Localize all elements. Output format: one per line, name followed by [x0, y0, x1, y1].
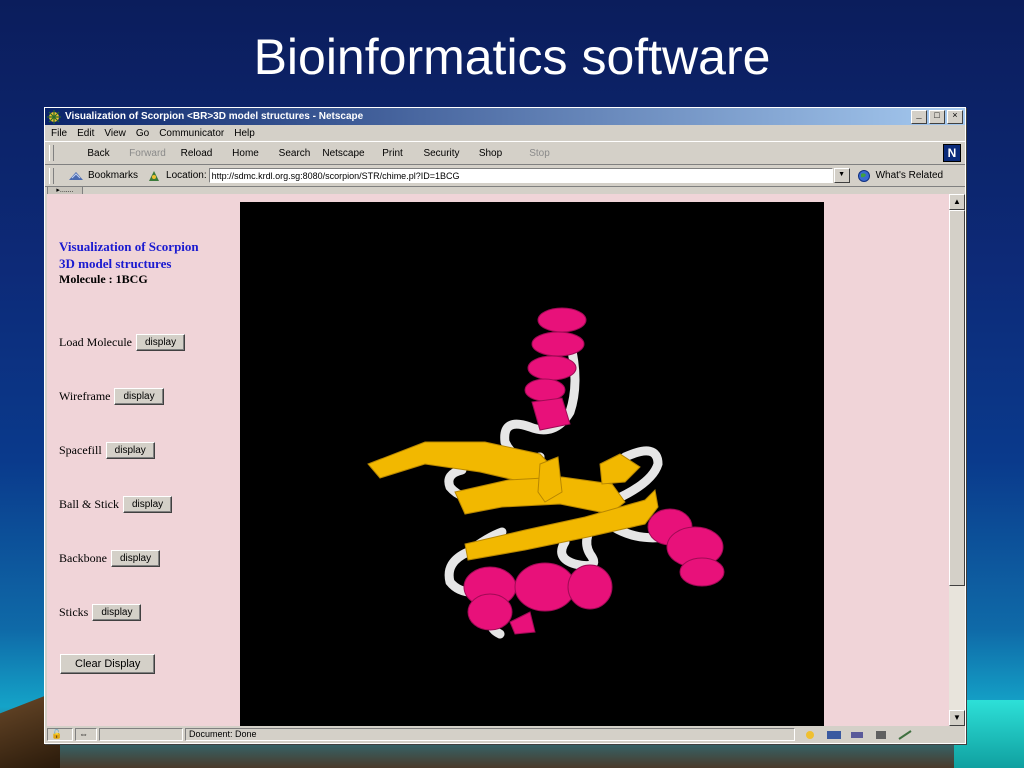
- sticks-display-button[interactable]: display: [92, 604, 142, 621]
- load-molecule-label: Load Molecule: [59, 335, 132, 349]
- protein-ribbon-render: [367, 307, 725, 639]
- page-heading-line2: 3D model structures: [59, 256, 172, 271]
- shop-button[interactable]: Shop: [466, 148, 515, 159]
- wireframe-row: Wireframe display: [59, 388, 164, 405]
- netscape-button[interactable]: Netscape: [319, 148, 368, 159]
- whats-related-button[interactable]: What's Related: [856, 169, 944, 183]
- netscape-app-icon: [47, 109, 61, 124]
- vertical-scrollbar[interactable]: ▲ ▼: [949, 194, 965, 726]
- ball-stick-label: Ball & Stick: [59, 497, 119, 511]
- bookmarks-button[interactable]: Bookmarks: [88, 170, 138, 181]
- menu-bar: File Edit View Go Communicator Help: [45, 125, 965, 141]
- whats-related-label: What's Related: [875, 170, 944, 181]
- page-heading: Visualization of Scorpion 3D model struc…: [59, 238, 199, 272]
- navigation-toolbar: Back Forward Reload Home Search Netscape…: [45, 141, 965, 165]
- menu-edit[interactable]: Edit: [77, 128, 94, 139]
- back-button[interactable]: Back: [74, 148, 123, 159]
- scroll-up-button[interactable]: ▲: [949, 194, 965, 210]
- spacefill-display-button[interactable]: display: [105, 442, 155, 459]
- menu-go[interactable]: Go: [136, 128, 149, 139]
- page-content: Visualization of Scorpion 3D model struc…: [47, 194, 949, 726]
- stop-button[interactable]: Stop: [515, 148, 564, 159]
- backbone-label: Backbone: [59, 551, 107, 565]
- location-grip[interactable]: [49, 167, 54, 184]
- print-button[interactable]: Print: [368, 148, 417, 159]
- slide-title: Bioinformatics software: [253, 29, 771, 85]
- edit-tray-icon[interactable]: [897, 729, 915, 740]
- status-bar: 🔓 ⇔ Document: Done: [47, 727, 965, 742]
- page-heading-line1: Visualization of Scorpion: [59, 239, 199, 254]
- netscape-logo[interactable]: N: [943, 144, 961, 162]
- load-molecule-row: Load Molecule display: [59, 334, 186, 351]
- load-molecule-display-button[interactable]: display: [135, 334, 186, 351]
- reload-button[interactable]: Reload: [172, 148, 221, 159]
- menu-view[interactable]: View: [104, 128, 126, 139]
- menu-help[interactable]: Help: [234, 128, 255, 139]
- scroll-thumb[interactable]: [949, 210, 965, 586]
- url-dropdown-button[interactable]: ▼: [833, 168, 850, 183]
- minimize-button[interactable]: _: [911, 109, 927, 124]
- sticks-label: Sticks: [59, 605, 89, 619]
- location-toolbar: Bookmarks Location: ▼ What's Related: [45, 165, 965, 187]
- wireframe-display-button[interactable]: display: [114, 388, 164, 405]
- connection-icon: ⇔: [75, 728, 97, 741]
- spacefill-row: Spacefill display: [59, 442, 155, 459]
- navigator-tray-icon[interactable]: [801, 730, 819, 740]
- home-button[interactable]: Home: [221, 148, 270, 159]
- url-input[interactable]: [208, 168, 833, 183]
- molecule-viewer[interactable]: [240, 202, 824, 726]
- ball-stick-row: Ball & Stick display: [59, 496, 173, 513]
- wireframe-label: Wireframe: [59, 389, 111, 403]
- backbone-display-button[interactable]: display: [110, 550, 161, 567]
- maximize-button[interactable]: □: [929, 109, 945, 124]
- scroll-down-button[interactable]: ▼: [949, 710, 965, 726]
- close-button[interactable]: ×: [947, 109, 963, 124]
- mail-tray-icon[interactable]: [825, 730, 843, 740]
- search-button[interactable]: Search: [270, 148, 319, 159]
- molecule-label: Molecule : 1BCG: [59, 272, 148, 286]
- sticks-row: Sticks display: [59, 604, 142, 621]
- composer-tray-icon[interactable]: [873, 730, 891, 740]
- globe-icon: [857, 169, 870, 182]
- menu-communicator[interactable]: Communicator: [159, 128, 224, 139]
- browser-window: Visualization of Scorpion <BR>3D model s…: [44, 107, 966, 744]
- progress-cell: [99, 728, 183, 741]
- spacefill-label: Spacefill: [59, 443, 102, 457]
- location-label: Location:: [166, 170, 207, 181]
- backbone-row: Backbone display: [59, 550, 161, 567]
- title-bar[interactable]: Visualization of Scorpion <BR>3D model s…: [45, 108, 965, 125]
- window-title: Visualization of Scorpion <BR>3D model s…: [65, 111, 364, 122]
- clear-display-button[interactable]: Clear Display: [60, 654, 156, 674]
- ball-stick-display-button[interactable]: display: [123, 496, 173, 513]
- component-tray: [801, 729, 921, 740]
- newsgroups-tray-icon[interactable]: [849, 730, 867, 740]
- security-button[interactable]: Security: [417, 148, 466, 159]
- location-icon: [149, 170, 160, 181]
- beta-strands: [367, 441, 659, 561]
- forward-button[interactable]: Forward: [123, 148, 172, 159]
- security-lock-icon[interactable]: 🔓: [47, 728, 73, 741]
- bookmarks-icon: [69, 171, 83, 180]
- menu-file[interactable]: File: [51, 128, 67, 139]
- toolbar-grip[interactable]: [49, 145, 54, 161]
- status-text: Document: Done: [185, 728, 795, 741]
